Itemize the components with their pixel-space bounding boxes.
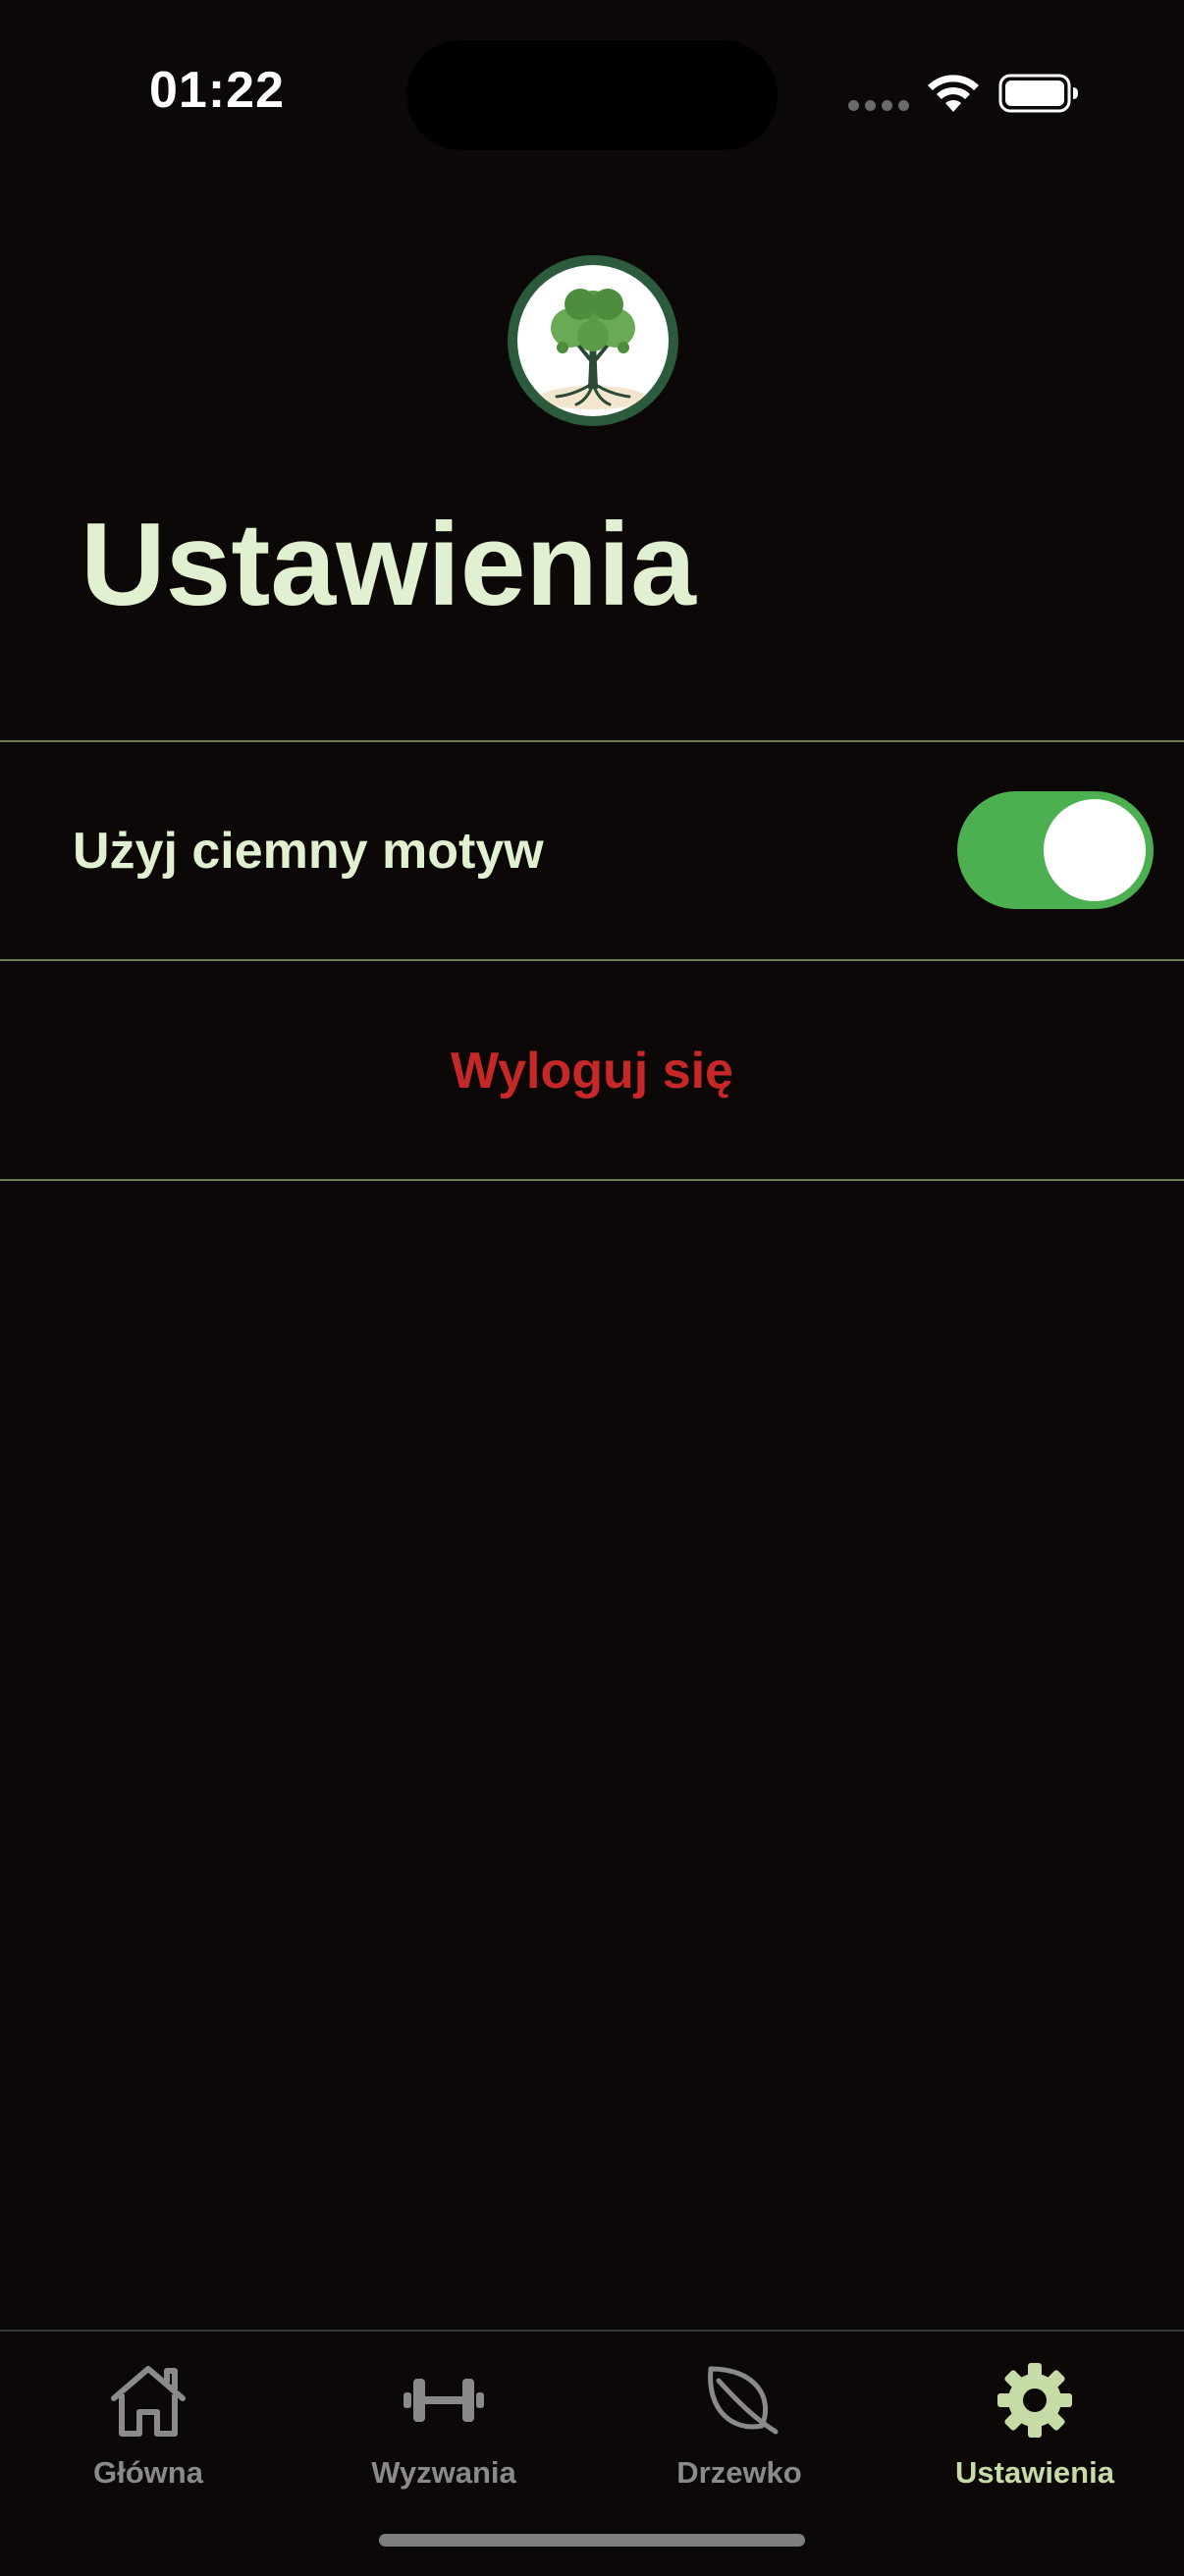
cellular-signal-icon	[848, 100, 909, 111]
leaf-icon	[708, 2366, 779, 2435]
wifi-icon	[928, 75, 979, 112]
dumbbell-icon	[404, 2379, 484, 2422]
status-bar: 01:22	[0, 0, 1184, 187]
logout-button[interactable]: Wyloguj się	[0, 962, 1184, 1180]
tab-settings-label: Ustawienia	[955, 2455, 1114, 2490]
tab-home[interactable]: Główna	[0, 2353, 296, 2500]
divider	[0, 1179, 1184, 1181]
tab-tree-label: Drzewko	[676, 2455, 802, 2490]
home-indicator[interactable]	[379, 2534, 805, 2547]
app-logo	[508, 255, 678, 426]
home-icon	[111, 2366, 186, 2437]
tab-settings[interactable]: Ustawienia	[887, 2353, 1183, 2500]
divider	[0, 959, 1184, 961]
battery-icon	[998, 74, 1078, 113]
dynamic-island	[406, 40, 778, 150]
tab-challenges-label: Wyzwania	[371, 2455, 516, 2490]
tree-logo-icon	[540, 289, 646, 409]
dark-theme-toggle[interactable]	[957, 791, 1154, 909]
tab-tree[interactable]: Drzewko	[591, 2353, 888, 2500]
logout-label: Wyloguj się	[451, 1043, 733, 1100]
status-time: 01:22	[149, 62, 285, 119]
tab-home-label: Główna	[93, 2455, 203, 2490]
toggle-knob	[1044, 799, 1146, 901]
dark-theme-label: Użyj ciemny motyw	[73, 823, 544, 880]
tab-challenges[interactable]: Wyzwania	[296, 2353, 592, 2500]
page-title: Ustawienia	[81, 499, 696, 630]
gear-icon	[997, 2363, 1072, 2438]
dark-theme-row: Użyj ciemny motyw	[0, 742, 1184, 960]
